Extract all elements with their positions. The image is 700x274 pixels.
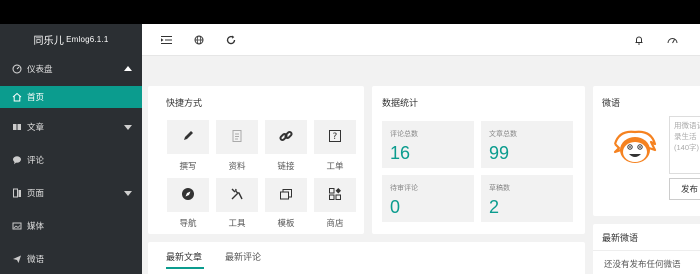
stat-label: 评论总数 <box>390 131 418 138</box>
quick-label: 工单 <box>326 161 344 171</box>
caret-down-icon <box>124 124 132 130</box>
active-tab-indicator <box>166 267 204 269</box>
ticket-icon: ? <box>328 129 342 145</box>
theme-icon[interactable] <box>666 34 678 46</box>
stat-label: 草稿数 <box>489 185 510 192</box>
sidebar-item-twitter[interactable]: 微语 <box>0 242 142 274</box>
card-title: 快捷方式 <box>166 98 203 108</box>
quick-label: 模板 <box>277 218 295 228</box>
bell-icon[interactable] <box>633 34 645 46</box>
card-title: 微语 <box>602 98 621 108</box>
stat-value: 0 <box>390 197 401 217</box>
pen-icon <box>181 129 195 145</box>
pages-icon <box>11 188 23 198</box>
chat-icon <box>11 155 23 165</box>
menu-toggle-icon[interactable] <box>160 34 172 46</box>
quick-profile-button[interactable] <box>216 120 258 154</box>
sidebar-item-label: 评论 <box>27 154 45 165</box>
brand-name: 同乐儿 <box>33 35 65 47</box>
sidebar-item-articles[interactable]: 文章 <box>0 110 142 143</box>
link-icon <box>278 128 294 146</box>
stat-comments-total[interactable]: 评论总数 16 <box>382 121 474 168</box>
quick-label: 商店 <box>326 218 344 228</box>
stat-label: 文章总数 <box>489 131 517 138</box>
brand[interactable]: 同乐儿 Emlog6.1.1 <box>0 24 142 54</box>
sidebar: 同乐儿 Emlog6.1.1 仪表盘 首页 文章 评论 页面 媒体 微语 <box>0 24 142 274</box>
sidebar-item-pages[interactable]: 页面 <box>0 176 142 209</box>
quick-label: 资料 <box>228 161 246 171</box>
top-black-bar <box>0 0 700 24</box>
brand-version: Emlog6.1.1 <box>66 34 109 44</box>
globe-icon[interactable] <box>193 34 205 46</box>
sidebar-item-label: 文章 <box>27 121 45 132</box>
quick-store-button[interactable] <box>314 178 356 212</box>
gauge-icon <box>11 64 23 74</box>
caret-up-icon <box>124 66 132 71</box>
quick-write-button[interactable] <box>167 120 209 154</box>
quick-tools-button[interactable] <box>216 178 258 212</box>
stat-pending-comments[interactable]: 待审评论 0 <box>382 175 474 222</box>
twitter-input[interactable]: 用微语记录生活 (140字) <box>669 116 700 174</box>
stat-drafts[interactable]: 草稿数 2 <box>481 175 573 222</box>
stat-value: 16 <box>390 143 411 163</box>
quick-ticket-button[interactable]: ? <box>314 120 356 154</box>
whisper-icon <box>11 254 23 264</box>
image-icon <box>11 221 23 231</box>
card-title: 数据统计 <box>382 98 419 108</box>
sidebar-item-label: 页面 <box>27 187 45 198</box>
sidebar-item-media[interactable]: 媒体 <box>0 209 142 242</box>
sidebar-item-home[interactable]: 首页 <box>0 86 142 108</box>
quick-links-button[interactable] <box>265 120 307 154</box>
latest-twitter-card: 最新微语 还没有发布任何微语 <box>593 224 700 274</box>
stat-articles-total[interactable]: 文章总数 99 <box>481 121 573 168</box>
twitter-card: 微语 用微语记录生活 (140字) 发布 <box>593 86 700 216</box>
quick-label: 链接 <box>277 161 295 171</box>
sidebar-item-label: 微语 <box>27 253 45 264</box>
quick-label: 工具 <box>228 218 246 228</box>
stat-value: 2 <box>489 197 500 217</box>
divider <box>593 250 700 251</box>
home-icon <box>11 92 23 102</box>
empty-message: 还没有发布任何微语 <box>604 259 681 269</box>
quick-label: 撰写 <box>179 161 197 171</box>
card-title: 最新微语 <box>602 233 639 243</box>
twitter-submit-button[interactable]: 发布 <box>669 178 700 200</box>
top-bar <box>142 24 700 56</box>
template-icon <box>279 187 293 203</box>
quick-label: 导航 <box>179 218 197 228</box>
quick-access-card: 快捷方式 撰写 资料 链接 ? 工单 导航 工具 模板 商店 <box>148 86 364 234</box>
quick-nav-button[interactable] <box>167 178 209 212</box>
latest-tabs-card: 最新文章 最新评论 <box>148 242 585 274</box>
caret-down-icon <box>124 190 132 196</box>
dashboard-content: 快捷方式 撰写 资料 链接 ? 工单 导航 工具 模板 商店 数据统计 评论总数… <box>142 56 700 274</box>
book-icon <box>11 122 23 132</box>
stats-card: 数据统计 评论总数 16 文章总数 99 待审评论 0 草稿数 2 <box>372 86 585 234</box>
refresh-icon[interactable] <box>225 34 237 46</box>
mascot-avatar <box>611 128 659 170</box>
tab-latest-articles[interactable]: 最新文章 <box>166 250 202 263</box>
stat-value: 99 <box>489 143 510 163</box>
store-icon <box>328 187 342 203</box>
sidebar-item-comments[interactable]: 评论 <box>0 143 142 176</box>
svg-text:?: ? <box>333 132 338 142</box>
stat-label: 待审评论 <box>390 185 418 192</box>
sidebar-item-dashboard[interactable]: 仪表盘 <box>0 54 142 84</box>
sidebar-item-label: 媒体 <box>27 220 45 231</box>
sidebar-item-label: 首页 <box>27 92 45 102</box>
tools-icon <box>230 187 244 203</box>
quick-template-button[interactable] <box>265 178 307 212</box>
sidebar-item-label: 仪表盘 <box>27 64 53 74</box>
tab-latest-comments[interactable]: 最新评论 <box>225 250 261 263</box>
document-icon <box>230 129 244 145</box>
compass-icon <box>181 187 195 203</box>
